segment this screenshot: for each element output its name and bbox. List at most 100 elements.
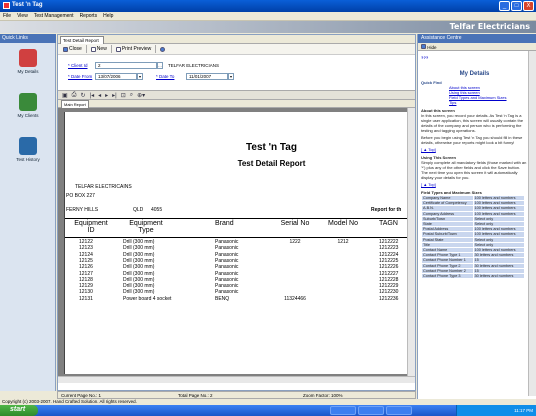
date-to-field[interactable]: 11/01/2007	[186, 73, 228, 80]
new-button[interactable]: New	[89, 46, 109, 52]
client-id-label: * Client Id	[68, 63, 88, 68]
system-tray: 11:17 PM	[456, 405, 536, 416]
close-label: Close	[69, 46, 82, 52]
hide-label: Hide	[427, 45, 437, 50]
using-text: Simply complete all mandatory fields (th…	[421, 160, 527, 180]
goto-page-icon[interactable]: ⊡	[121, 92, 126, 99]
help-question-marks: ???	[421, 55, 429, 60]
print-preview-button[interactable]: Print Preview	[114, 46, 153, 52]
quicklink-label: My Details	[17, 69, 39, 74]
zoom-icon[interactable]: ⊕▾	[137, 92, 145, 99]
client-id-field[interactable]: 2	[95, 62, 157, 69]
table-cell: 1212228	[379, 276, 399, 283]
table-row: 12128 Drill (300 mm) Panasonic 1212228	[65, 277, 408, 283]
taskbar-item[interactable]	[386, 406, 412, 415]
maximize-button[interactable]: □	[511, 1, 522, 11]
start-button[interactable]: start	[0, 405, 38, 416]
refresh-icon[interactable]: ↻	[80, 92, 85, 99]
report-for-label: Report for th	[371, 207, 402, 213]
table-cell: 1212222	[379, 239, 399, 245]
person-icon	[19, 49, 37, 67]
report-page: Test 'n Tag Test Detail Report TELFAR EL…	[64, 112, 408, 374]
taskbar-item[interactable]	[330, 406, 356, 415]
date-to-label: * Date To	[156, 74, 175, 79]
table-row: 12124 Drill (300 mm) Panasonic 1212224	[65, 252, 408, 258]
table-cell: 1212236	[379, 295, 399, 302]
link-field-types[interactable]: Field Types and Maximum Sizes	[449, 95, 507, 100]
current-page-status: Current Page No.: 1	[61, 393, 102, 398]
table-cell: 1212226	[379, 264, 399, 271]
menu-test-management[interactable]: Test Management	[34, 13, 74, 19]
divider	[65, 218, 408, 219]
assistance-header: Assistance Centre	[418, 34, 536, 43]
menu-bar: File View Test Management Reports Help	[0, 12, 536, 21]
report-subtitle: Test Detail Report	[237, 159, 306, 168]
table-row: 12127 Drill (300 mm) Panasonic 1212227	[65, 271, 408, 277]
table-cell: Panasonic	[215, 251, 239, 258]
menu-view[interactable]: View	[17, 13, 28, 19]
taskbar-item[interactable]	[358, 406, 384, 415]
close-window-button[interactable]: X	[523, 1, 534, 11]
table-cell: Drill (300 mm)	[123, 239, 155, 245]
quicklink-my-details[interactable]: My Details	[0, 49, 56, 87]
quicklink-test-history[interactable]: Test History	[0, 137, 56, 175]
date-to-dropdown[interactable]: ▾	[228, 73, 234, 80]
table-cell: 12130	[79, 289, 93, 296]
table-row: 12125 Drill (300 mm) Panasonic 1212225	[65, 258, 408, 264]
column-header: TAGN	[379, 220, 398, 227]
close-button[interactable]: Close	[61, 46, 84, 52]
assistance-scrollbar[interactable]	[528, 51, 536, 396]
menu-reports[interactable]: Reports	[80, 13, 98, 19]
first-page-icon[interactable]: |◂	[90, 92, 95, 99]
report-horizontal-scrollbar[interactable]	[58, 376, 415, 383]
report-state: QLD	[133, 207, 144, 213]
company-banner: Telfar Electricians	[0, 21, 536, 33]
table-cell: Drill (300 mm)	[123, 251, 155, 258]
table-cell: 11324466	[284, 295, 306, 302]
help-button[interactable]	[158, 46, 167, 52]
print-icon[interactable]: ⎙	[72, 92, 77, 99]
table-cell: 1212223	[379, 245, 399, 252]
column-header: Equipment ID	[74, 220, 108, 234]
date-from-field[interactable]: 13/07/2006	[95, 73, 137, 80]
next-page-icon[interactable]: ▸	[105, 92, 108, 99]
search-icon[interactable]: ⌕	[130, 92, 133, 99]
status-bar: Current Page No.: 1 Total Page No.: 2 Zo…	[57, 391, 416, 399]
table-row: 12126 Drill (300 mm) Panasonic 1212226	[65, 264, 408, 270]
assistance-title: My Details	[459, 71, 490, 77]
toolbar-separator	[155, 45, 157, 53]
top-link[interactable]: [ ▲ Top]	[421, 147, 436, 152]
menu-help[interactable]: Help	[103, 13, 113, 19]
tab-main-report[interactable]: Main Report	[61, 100, 89, 108]
export-icon[interactable]: ▣	[62, 92, 68, 99]
hide-button[interactable]: Hide	[421, 44, 437, 50]
column-header: Serial No	[280, 220, 310, 227]
date-from-dropdown[interactable]: ▾	[137, 73, 143, 80]
window-title-bar[interactable]: Test 'n Tag	[0, 0, 536, 12]
minimize-button[interactable]: _	[499, 1, 510, 11]
table-cell: Panasonic	[215, 270, 239, 277]
tab-test-detail-report[interactable]: Test Detail Report	[60, 36, 104, 44]
taskbar: start 11:17 PM	[0, 405, 536, 416]
report-vertical-scrollbar[interactable]	[407, 108, 415, 376]
table-cell: Panasonic	[215, 276, 239, 283]
field-types-table: Company Name 100 letters and numbers Certi…	[421, 194, 526, 280]
close-icon	[63, 46, 68, 52]
table-cell: 12122	[79, 239, 93, 245]
last-page-icon[interactable]: ▸|	[112, 92, 117, 99]
document-tabs: Test Detail Report	[58, 35, 415, 44]
table-cell: Drill (300 mm)	[123, 283, 155, 290]
column-header: Brand	[215, 220, 234, 227]
table-cell: 12124	[79, 251, 93, 258]
menu-file[interactable]: File	[3, 13, 11, 19]
client-lookup-button[interactable]: …	[157, 62, 163, 69]
previous-page-icon[interactable]: ◂	[98, 92, 101, 99]
table-cell: 12127	[79, 270, 93, 277]
link-tips[interactable]: Tips	[449, 100, 456, 105]
quicklink-my-clients[interactable]: My Clients	[0, 93, 56, 131]
top-link[interactable]: [ ▲ Top]	[421, 182, 436, 187]
table-cell: Drill (300 mm)	[123, 257, 155, 264]
report-company: TELFAR ELECTRICAINS	[75, 184, 132, 190]
table-row: 12129 Drill (300 mm) Panasonic 1212229	[65, 283, 408, 289]
field-row: Contact Phone Type 3 30 letters and numbe…	[421, 273, 526, 280]
